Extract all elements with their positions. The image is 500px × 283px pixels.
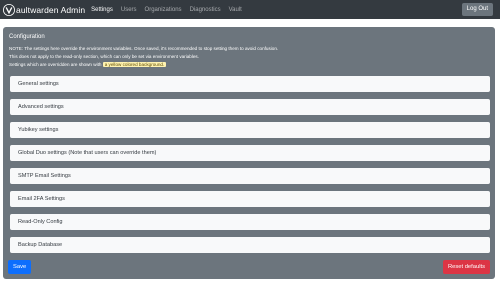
save-button[interactable]: Save <box>8 260 32 274</box>
nav-diagnostics[interactable]: Diagnostics <box>190 7 221 13</box>
nav-links: Settings Users Organizations Diagnostics… <box>91 7 250 13</box>
section-yubikey-settings[interactable]: Yubikey settings <box>10 122 490 138</box>
yellow-highlight-example: a yellow colored background. <box>102 62 167 67</box>
top-navbar: aultwarden Admin Settings Users Organiza… <box>0 0 500 19</box>
configuration-panel: Configuration NOTE: The settings here ov… <box>3 27 495 279</box>
reset-defaults-button[interactable]: Reset defaults <box>442 260 490 274</box>
config-title: Configuration <box>9 34 45 40</box>
nav-organizations[interactable]: Organizations <box>145 7 182 13</box>
brand-title: aultwarden Admin <box>16 4 86 15</box>
note-line-3: Settings which are overridden are shown … <box>9 62 167 67</box>
logout-button[interactable]: Log Out <box>461 3 493 16</box>
nav-settings[interactable]: Settings <box>91 7 113 13</box>
section-advanced-settings[interactable]: Advanced settings <box>10 99 490 115</box>
nav-users[interactable]: Users <box>121 7 137 13</box>
brand[interactable]: aultwarden Admin <box>3 3 86 16</box>
note-line-1: NOTE: The settings here override the env… <box>9 46 279 51</box>
section-global-duo-settings[interactable]: Global Duo settings (Note that users can… <box>10 145 490 161</box>
note-line-3-prefix: Settings which are overridden are shown … <box>9 62 102 67</box>
section-read-only-config[interactable]: Read-Only Config <box>10 214 490 230</box>
section-general-settings[interactable]: General settings <box>10 76 490 92</box>
section-smtp-email-settings[interactable]: SMTP Email Settings <box>10 168 490 184</box>
vaultwarden-logo-icon <box>3 3 15 16</box>
section-backup-database[interactable]: Backup Database <box>10 237 490 253</box>
section-email-2fa-settings[interactable]: Email 2FA Settings <box>10 191 490 207</box>
note-line-2: This does not apply to the read-only sec… <box>9 54 199 59</box>
nav-vault[interactable]: Vault <box>229 7 242 13</box>
